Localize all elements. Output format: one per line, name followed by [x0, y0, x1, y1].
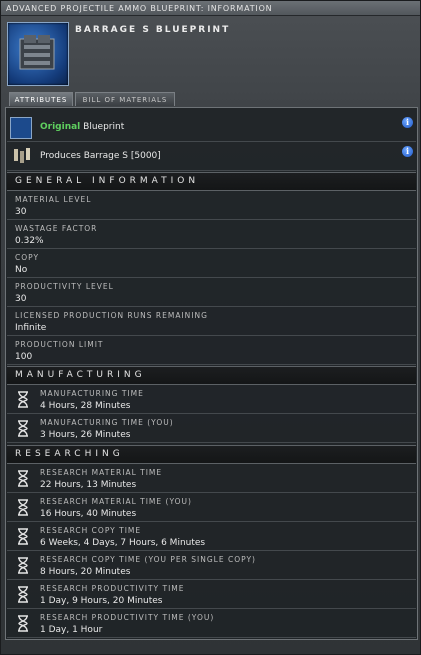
hourglass-icon [18, 615, 28, 632]
attribute-label: RESEARCH MATERIAL TIME (YOU) [40, 497, 192, 506]
attribute-label: WASTAGE FACTOR [15, 224, 98, 233]
ammo-icon [12, 146, 32, 166]
hourglass-icon [18, 499, 28, 516]
research-productivity-time-you-row: RESEARCH PRODUCTIVITY TIME (YOU) 1 Day, … [7, 609, 416, 638]
window-title[interactable]: ADVANCED PROJECTILE AMMO BLUEPRINT: INFO… [1, 1, 420, 16]
manufacturing-time-row: MANUFACTURING TIME 4 Hours, 28 Minutes [7, 385, 416, 414]
productivity-level-row: PRODUCTIVITY LEVEL 30 [7, 278, 416, 307]
item-name: BARRAGE S BLUEPRINT [75, 25, 231, 35]
attribute-label: RESEARCH PRODUCTIVITY TIME [40, 584, 185, 593]
attribute-value: 16 Hours, 40 Minutes [40, 509, 137, 519]
attribute-label: RESEARCH COPY TIME [40, 526, 142, 535]
research-material-time-row: RESEARCH MATERIAL TIME 22 Hours, 13 Minu… [7, 464, 416, 493]
attribute-label: LICENSED PRODUCTION RUNS REMAINING [15, 311, 208, 320]
hourglass-icon [18, 420, 28, 437]
attribute-value: 0.32% [15, 236, 44, 246]
blueprint-label: Blueprint [83, 122, 125, 132]
research-copy-time-you-row: RESEARCH COPY TIME (YOU PER SINGLE COPY)… [7, 551, 416, 580]
produces-row: Produces Barrage S [5000] i [7, 142, 416, 171]
attribute-label: MANUFACTURING TIME [40, 389, 144, 398]
hourglass-icon [18, 528, 28, 545]
attribute-label: PRODUCTIVITY LEVEL [15, 282, 114, 291]
attribute-label: MANUFACTURING TIME (YOU) [40, 418, 174, 427]
tab-bill-of-materials[interactable]: BILL OF MATERIALS [75, 92, 175, 106]
manufacturing-time-you-row: MANUFACTURING TIME (YOU) 3 Hours, 26 Min… [7, 414, 416, 443]
attribute-label: MATERIAL LEVEL [15, 195, 92, 204]
attribute-label: COPY [15, 253, 40, 262]
blueprint-small-icon [10, 117, 32, 139]
hourglass-icon [18, 470, 28, 487]
attribute-value: 30 [15, 207, 27, 217]
attribute-label: RESEARCH PRODUCTIVITY TIME (YOU) [40, 613, 215, 622]
section-manufacturing: MANUFACTURING [7, 366, 416, 385]
attribute-value: 8 Hours, 20 Minutes [40, 567, 131, 577]
original-label: Original [40, 122, 81, 132]
material-level-row: MATERIAL LEVEL 30 [7, 191, 416, 220]
hourglass-icon [18, 586, 28, 603]
info-icon[interactable]: i [402, 146, 413, 157]
info-window: ADVANCED PROJECTILE AMMO BLUEPRINT: INFO… [0, 0, 421, 655]
production-limit-row: PRODUCTION LIMIT 100 [7, 336, 416, 365]
attribute-value: 22 Hours, 13 Minutes [40, 480, 137, 490]
attribute-label: PRODUCTION LIMIT [15, 340, 104, 349]
blueprint-icon[interactable] [7, 22, 69, 86]
attribute-value: 4 Hours, 28 Minutes [40, 401, 131, 411]
wastage-factor-row: WASTAGE FACTOR 0.32% [7, 220, 416, 249]
section-researching: RESEARCHING [7, 445, 416, 464]
attribute-value: 1 Day, 1 Hour [40, 625, 103, 635]
hourglass-icon [18, 557, 28, 574]
licensed-runs-row: LICENSED PRODUCTION RUNS REMAINING Infin… [7, 307, 416, 336]
attribute-label: RESEARCH COPY TIME (YOU PER SINGLE COPY) [40, 555, 256, 564]
attribute-value: 3 Hours, 26 Minutes [40, 430, 131, 440]
research-productivity-time-row: RESEARCH PRODUCTIVITY TIME 1 Day, 9 Hour… [7, 580, 416, 609]
attributes-panel: Original Blueprint i Produces Barrage S … [5, 107, 418, 640]
copy-row: COPY No [7, 249, 416, 278]
attribute-value: 6 Weeks, 4 Days, 7 Hours, 6 Minutes [40, 538, 206, 548]
attribute-value: No [15, 265, 28, 275]
attribute-value: Infinite [15, 323, 47, 333]
attribute-value: 100 [15, 352, 33, 362]
produces-text: Produces Barrage S [5000] [40, 151, 161, 161]
research-copy-time-row: RESEARCH COPY TIME 6 Weeks, 4 Days, 7 Ho… [7, 522, 416, 551]
tab-attributes[interactable]: ATTRIBUTES [9, 92, 73, 106]
section-general-information: GENERAL INFORMATION [7, 172, 416, 191]
hourglass-icon [18, 391, 28, 408]
research-material-time-you-row: RESEARCH MATERIAL TIME (YOU) 16 Hours, 4… [7, 493, 416, 522]
attribute-value: 30 [15, 294, 27, 304]
blueprint-type-row: Original Blueprint i [7, 112, 416, 142]
attribute-value: 1 Day, 9 Hours, 20 Minutes [40, 596, 163, 606]
attribute-label: RESEARCH MATERIAL TIME [40, 468, 163, 477]
info-icon[interactable]: i [402, 117, 413, 128]
